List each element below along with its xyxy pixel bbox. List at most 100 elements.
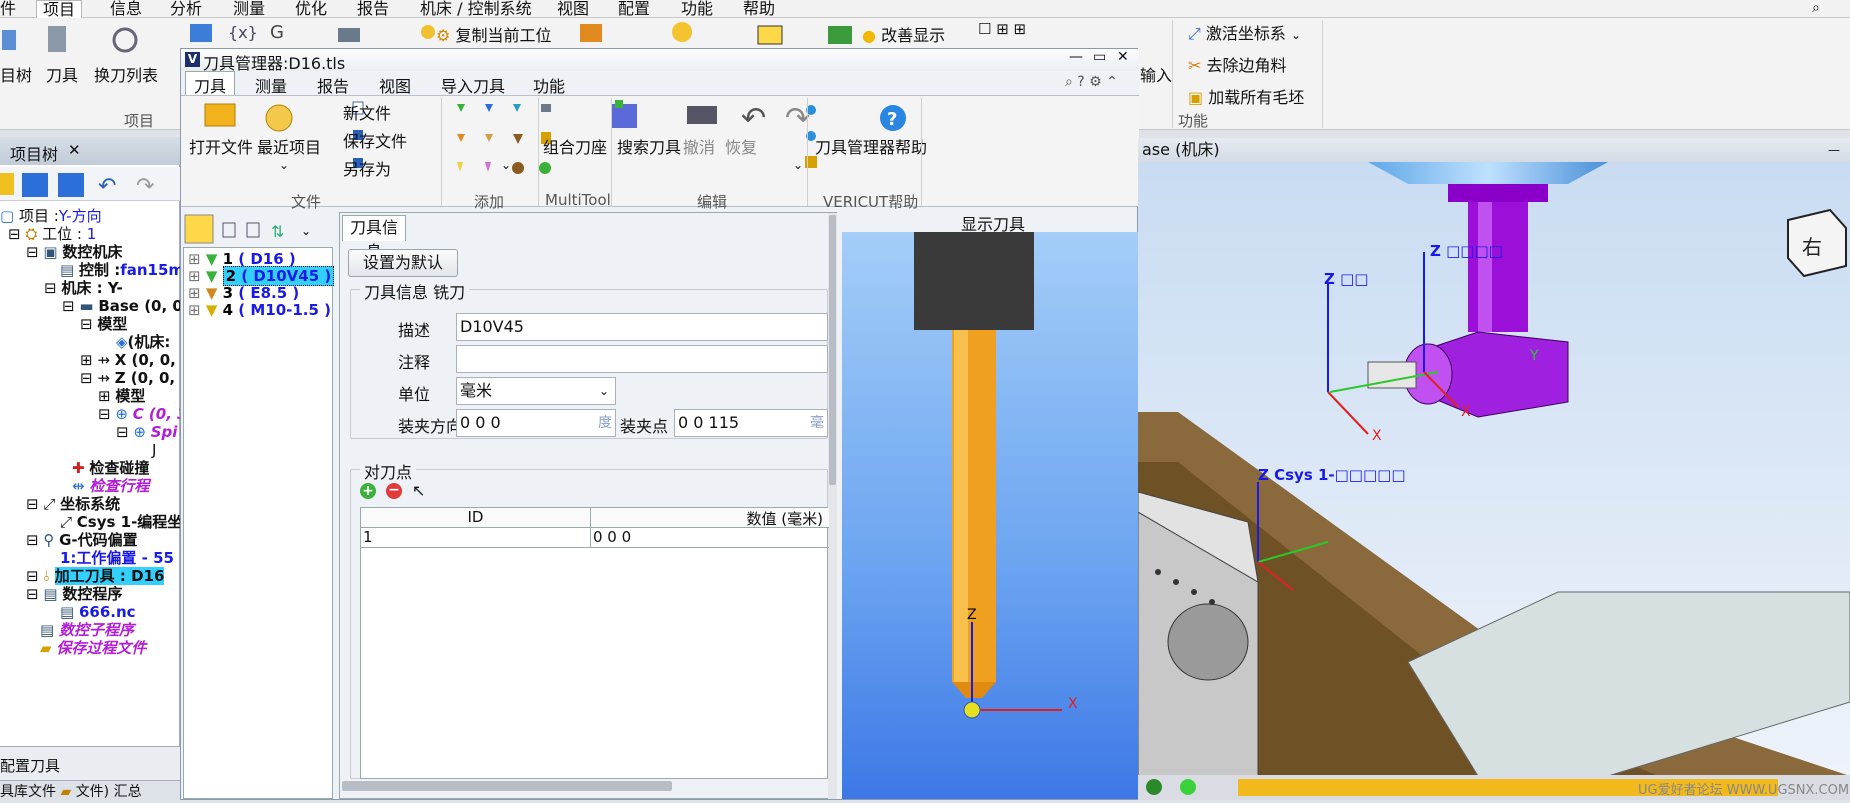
tm-tool-icons[interactable]: ⌕ ? ⚙ ⌃: [1065, 74, 1118, 90]
menu-help[interactable]: 帮助: [743, 0, 775, 17]
close-icon[interactable]: ✕: [68, 141, 81, 159]
menu-optimize[interactable]: 优化: [295, 0, 327, 17]
tm-recent-button[interactable]: 最近项目: [257, 134, 321, 158]
tool-list-item[interactable]: ⊞ ▼ 4 ( M10-1.5 ): [188, 301, 331, 319]
tool-list-item-selected[interactable]: ⊞ ▼ 2 ( D10V45 ): [188, 266, 335, 286]
tree-item-cnc-machine[interactable]: ⊟ ▣ 数控机床: [26, 243, 122, 261]
tree-item-c-axis[interactable]: ⊟ ⊕ C (0, 3: [98, 405, 180, 423]
viewport-titlebar[interactable]: ase (机床) — ▭: [1138, 138, 1850, 181]
tab-summary[interactable]: 汇总: [114, 784, 142, 800]
tree-item-machine-model[interactable]: ◈(机床:: [116, 333, 170, 351]
menu-analysis[interactable]: 分析: [170, 0, 202, 17]
tm-menu-report[interactable]: 报告: [317, 73, 349, 97]
tool-list-item[interactable]: ⊞ ▼ 3 ( E8.5 ): [188, 284, 299, 302]
menu-function[interactable]: 功能: [681, 0, 713, 17]
tm-undo-button[interactable]: 撤消: [683, 134, 715, 158]
tree-item-subroutine[interactable]: ▤ 数控子程序: [40, 621, 134, 639]
ribbon-input-button[interactable]: 输入: [1140, 62, 1172, 86]
tm-menu-function[interactable]: 功能: [533, 73, 565, 97]
viewport-3d[interactable]: Z □□□□ Z □□ Z Csys 1-□□□□□ X X Y 右: [1138, 162, 1850, 776]
tree-item-model-2[interactable]: ⊞ 模型: [98, 387, 145, 405]
vertical-scrollbar[interactable]: [828, 213, 837, 799]
tab-tool-library-file[interactable]: 具库文件: [0, 784, 56, 800]
tree-item-gcode-offset[interactable]: ⊟ ⚲ G-代码偏置: [26, 531, 138, 549]
table-cell-id[interactable]: 1: [361, 528, 591, 548]
tree-item-work-offset[interactable]: 1:工作偏置 - 55: [60, 549, 174, 567]
tree-item-z-axis[interactable]: ⊟ ⇸ Z (0, 0, 0: [80, 369, 180, 387]
maximize-icon[interactable]: ▭: [1093, 49, 1106, 65]
remove-icon[interactable]: −: [386, 483, 402, 499]
ribbon-activate-csys-button[interactable]: ⤢ 激活坐标系 ⌄: [1188, 20, 1301, 44]
tm-save-file-button[interactable]: 保存文件: [343, 128, 407, 152]
tree-item-cutting-tool[interactable]: ⊟ ⫰ 加工刀具 : D16: [26, 567, 165, 585]
tree-item-check-travel[interactable]: ⇹ 检查行程: [72, 477, 149, 495]
ribbon-load-all-stock-button[interactable]: ▣ 加载所有毛坯: [1188, 84, 1304, 108]
search-icon[interactable]: ⌕: [1812, 0, 1820, 16]
ribbon-project-tree-button[interactable]: 目树: [0, 62, 32, 86]
ribbon-remove-scrap-button[interactable]: ✂ 去除边角料: [1188, 52, 1287, 76]
ribbon-improve-display-button[interactable]: ● 改善显示: [862, 22, 945, 46]
ribbon-tool-change-list-button[interactable]: 换刀列表: [94, 62, 158, 86]
tool-list-toolbar-icons[interactable]: ⇅ ⌄: [183, 213, 333, 245]
clamp-direction-field[interactable]: 0 0 0 度: [456, 409, 616, 437]
tool-list-item[interactable]: ⊞ ▼ 1 ( D16 ): [188, 250, 296, 268]
tree-item-nc-file[interactable]: ▤ 666.nc: [60, 603, 136, 621]
close-icon[interactable]: ✕: [1117, 49, 1129, 65]
add-icon[interactable]: +: [360, 483, 376, 499]
tm-menu-measure[interactable]: 测量: [255, 73, 287, 97]
ribbon-tool-button[interactable]: 刀具: [46, 62, 78, 86]
tree-item-save-process[interactable]: ▰ 保存过程文件: [40, 639, 146, 657]
tool-info-tab[interactable]: 刀具信息: [342, 215, 406, 261]
project-tree-tab[interactable]: 项目树 ✕: [0, 137, 180, 165]
note-field[interactable]: [456, 345, 828, 373]
menu-machine-control[interactable]: 机床 / 控制系统: [420, 0, 532, 17]
chevron-down-icon[interactable]: ⌄: [279, 158, 289, 172]
clamp-point-field[interactable]: 0 0 115 毫: [674, 409, 828, 437]
tm-save-as-button[interactable]: 另存为: [343, 156, 391, 180]
project-tree-toolbar-icons[interactable]: ↶ ↷: [0, 167, 180, 201]
tm-new-file-button[interactable]: 新文件: [343, 100, 391, 124]
chevron-down-icon[interactable]: ⌄: [793, 158, 803, 172]
tm-search-tool-button[interactable]: 搜索刀具: [617, 134, 681, 158]
ribbon-copy-station-button[interactable]: ⚙ 复制当前工位: [436, 22, 551, 46]
view-cube-icon[interactable]: 右: [1787, 208, 1847, 278]
menu-report[interactable]: 报告: [357, 0, 389, 17]
menu-config[interactable]: 配置: [618, 0, 650, 17]
horizontal-scrollbar[interactable]: [342, 781, 672, 791]
tm-open-file-button[interactable]: 打开文件: [189, 134, 253, 158]
tab-file[interactable]: 文件): [76, 784, 109, 800]
tree-item-check-collision[interactable]: ✚ 检查碰撞: [72, 459, 149, 477]
tm-help-button[interactable]: 刀具管理器帮助: [815, 134, 927, 158]
tool-manager-titlebar[interactable]: V 刀具管理器:D16.tls — ▭ ✕: [181, 49, 1139, 73]
tree-item-x-axis[interactable]: ⊞ ⇸ X (0, 0, 0: [80, 351, 180, 369]
table-header-id[interactable]: ID: [361, 508, 591, 528]
table-header-value[interactable]: 数值 (毫米): [591, 508, 829, 528]
tm-menu-tool[interactable]: 刀具: [185, 71, 236, 98]
tm-menu-import-tool[interactable]: 导入刀具: [441, 73, 505, 97]
tree-item-j[interactable]: J: [152, 441, 156, 459]
pointer-icon[interactable]: ↖: [412, 481, 425, 500]
tree-item-base[interactable]: ⊟ ▬ Base (0, 0,: [62, 297, 180, 315]
tree-item-coord-system[interactable]: ⊟ ⤢ 坐标系统: [26, 495, 120, 513]
menu-project[interactable]: 项目: [36, 0, 83, 18]
minimize-icon[interactable]: —: [1069, 49, 1083, 65]
tm-menu-view[interactable]: 视图: [379, 73, 411, 97]
tree-item-control[interactable]: ▤ 控制 :fan15m: [60, 261, 180, 279]
tm-combo-holder-button[interactable]: 组合刀座: [543, 134, 607, 158]
config-tool-label[interactable]: 配置刀具: [0, 755, 60, 776]
ribbon-view-toggles[interactable]: ☐ ⊞ ⊞: [978, 20, 1026, 38]
tree-item-machine[interactable]: ⊟ 机床 : Y-: [44, 279, 123, 297]
menu-file[interactable]: 件: [0, 0, 16, 17]
tm-redo-button[interactable]: 恢复: [725, 134, 757, 158]
menu-measure[interactable]: 测量: [233, 0, 265, 17]
chevron-down-icon[interactable]: ⌄: [501, 158, 511, 172]
tree-item-station[interactable]: ⊟ ⛭ 工位 : 1: [8, 225, 96, 243]
desc-field[interactable]: D10V45: [456, 313, 828, 341]
set-default-button[interactable]: 设置为默认: [348, 249, 458, 277]
menu-view[interactable]: 视图: [557, 0, 589, 17]
table-cell-value[interactable]: 0 0 0: [591, 528, 829, 548]
tree-item-csys1[interactable]: ⤢ Csys 1-编程坐: [60, 513, 180, 531]
unit-select[interactable]: 毫米 ⌄: [456, 377, 616, 405]
tree-item-model[interactable]: ⊟ 模型: [80, 315, 127, 333]
tree-item-project[interactable]: ▢ 项目 :Y-方向: [0, 207, 102, 225]
